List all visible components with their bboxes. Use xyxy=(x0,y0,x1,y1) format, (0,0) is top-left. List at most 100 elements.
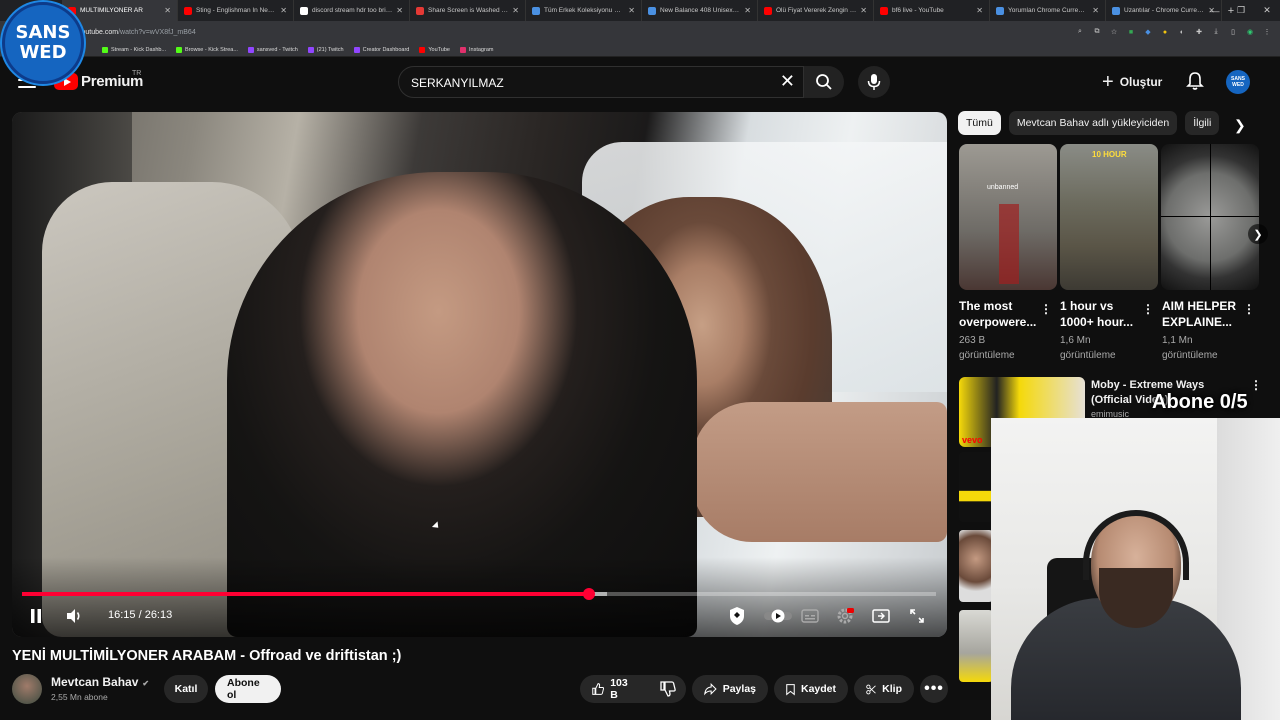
zoom-icon[interactable]: ⌕ xyxy=(1073,25,1087,39)
share-button[interactable]: Paylaş xyxy=(692,675,768,703)
volume-button[interactable] xyxy=(64,604,84,628)
clear-search-icon[interactable]: ✕ xyxy=(780,71,795,92)
short-title[interactable]: AIM HELPER EXPLAINE... xyxy=(1162,298,1246,330)
chip-related[interactable]: İlgili xyxy=(1185,111,1220,135)
chevron-right-icon[interactable]: ❯ xyxy=(1234,117,1246,134)
address-bar[interactable]: youtube.com/watch?v=wVX8fJ_mB64 ⌕ ⧉ ☆ ■ … xyxy=(0,21,1280,43)
time-display: 16:15 / 26:13 xyxy=(108,609,173,621)
short-views: 1,1 Mn görüntüleme xyxy=(1162,335,1218,361)
short-thumbnail[interactable]: 10 HOUR xyxy=(1060,144,1158,290)
short-menu-icon[interactable]: ⋮ xyxy=(1142,302,1154,316)
extension-icon[interactable]: ◆ xyxy=(1141,25,1155,39)
join-button[interactable]: Katıl xyxy=(164,675,208,703)
recommended-video-thumbnail[interactable] xyxy=(959,452,993,522)
autoplay-toggle[interactable] xyxy=(764,604,792,628)
tab-close-icon[interactable]: ✕ xyxy=(744,6,751,15)
browser-tab[interactable]: Share Screen is Washed Out a ✕ xyxy=(410,0,526,21)
short-menu-icon[interactable]: ⋮ xyxy=(1243,302,1255,316)
browser-tab[interactable]: Yorumlan Chrome Currency C ✕ xyxy=(990,0,1106,21)
channel-name[interactable]: Mevtcan Bahav ✔ xyxy=(51,675,149,689)
subscribe-button[interactable]: Abone ol xyxy=(215,675,281,703)
bookmark-item[interactable]: (21) Twitch xyxy=(307,46,344,53)
subtitles-button[interactable] xyxy=(800,604,820,628)
search-button[interactable] xyxy=(804,66,844,98)
more-actions-button[interactable]: ••• xyxy=(920,675,948,703)
tab-close-icon[interactable]: ✕ xyxy=(164,6,171,15)
extension-icon[interactable]: ◐ xyxy=(1175,25,1189,39)
settings-button[interactable] xyxy=(835,604,855,628)
url-text[interactable]: youtube.com/watch?v=wVX8fJ_mB64 xyxy=(78,29,196,36)
shorts-next-icon[interactable]: ❯ xyxy=(1248,224,1268,244)
scrubber-handle[interactable] xyxy=(582,588,595,600)
played-bar xyxy=(22,592,589,596)
bookmark-item[interactable]: Instagram xyxy=(460,46,493,53)
tab-close-icon[interactable]: ✕ xyxy=(512,6,519,15)
tab-close-icon[interactable]: ✕ xyxy=(396,6,403,15)
bookmark-item[interactable]: Stream - Kick Dashb... xyxy=(102,46,166,53)
puzzle-icon[interactable]: ✚ xyxy=(1192,25,1206,39)
menu-dots-icon[interactable]: ⋮ xyxy=(1260,25,1274,39)
browser-tab[interactable]: Tüm Erkek Koleksiyonu Mode ✕ xyxy=(526,0,642,21)
video-title: YENİ MULTİMİLYONER ARABAM - Offroad ve d… xyxy=(12,648,402,664)
dislike-button[interactable] xyxy=(659,681,676,697)
channel-avatar[interactable] xyxy=(12,674,42,704)
browser-tab[interactable]: Ölü Fiyat Vererek Zengin Olm ✕ xyxy=(758,0,874,21)
clip-button[interactable]: Klip xyxy=(854,675,914,703)
pause-button[interactable] xyxy=(26,604,46,628)
save-button[interactable]: Kaydet xyxy=(774,675,848,703)
tab-close-icon[interactable]: ✕ xyxy=(860,6,867,15)
miniplayer-button[interactable] xyxy=(870,604,892,628)
video-player[interactable]: 16:15 / 26:13 xyxy=(12,112,947,637)
like-button[interactable]: 103 B xyxy=(592,677,632,701)
short-menu-icon[interactable]: ⋮ xyxy=(1040,302,1052,316)
profile-icon[interactable]: ◉ xyxy=(1243,25,1257,39)
bookmark-item[interactable]: YouTube xyxy=(419,46,450,53)
tab-close-icon[interactable]: ✕ xyxy=(628,6,635,15)
download-icon[interactable]: ⤓ xyxy=(1209,25,1223,39)
minimize-icon[interactable]: — xyxy=(1202,6,1228,16)
voice-search-button[interactable] xyxy=(858,66,890,98)
bookmark-item[interactable]: Browse - Kick Strea... xyxy=(176,46,238,53)
adblock-shield-button[interactable] xyxy=(726,604,748,628)
fullscreen-button[interactable] xyxy=(906,604,928,628)
close-window-icon[interactable]: ✕ xyxy=(1254,5,1280,16)
short-thumbnail[interactable]: unbanned xyxy=(959,144,1057,290)
video-menu-icon[interactable]: ⋮ xyxy=(1250,378,1262,392)
bookmark-label: (21) Twitch xyxy=(316,46,344,53)
short-title[interactable]: The most overpowere... xyxy=(959,298,1043,330)
gear-icon xyxy=(837,608,854,624)
bookmark-star-icon[interactable]: ☆ xyxy=(1107,25,1121,39)
browser-tab[interactable]: bf6 live - YouTube ✕ xyxy=(874,0,990,21)
account-avatar[interactable]: SANS WED xyxy=(1226,70,1250,94)
search-input[interactable]: SERKANYILMAZ ✕ xyxy=(398,66,804,98)
sidepanel-icon[interactable]: ▯ xyxy=(1226,25,1240,39)
recommended-video-thumbnail[interactable] xyxy=(959,530,993,602)
chip-from-uploader[interactable]: Mevtcan Bahav adlı yükleyiciden xyxy=(1008,111,1178,135)
chip-all[interactable]: Tümü xyxy=(958,111,1001,135)
tab-close-icon[interactable]: ✕ xyxy=(280,6,287,15)
recommended-video-thumbnail[interactable] xyxy=(960,700,990,720)
bookmark-icon xyxy=(786,683,795,695)
tab-favicon-icon xyxy=(1112,6,1120,15)
bookmark-favicon-icon xyxy=(307,46,314,53)
browser-tab[interactable]: Sting - Englishman In New Yo ✕ xyxy=(178,0,294,21)
extension-icon[interactable]: ● xyxy=(1158,25,1172,39)
bookmark-item[interactable]: sansved - Twitch xyxy=(247,46,298,53)
extension-icon[interactable]: ■ xyxy=(1124,25,1138,39)
short-title[interactable]: 1 hour vs 1000+ hour... xyxy=(1060,298,1144,330)
cast-icon[interactable]: ⧉ xyxy=(1090,25,1104,39)
short-thumbnail[interactable] xyxy=(1161,144,1259,290)
bookmark-item[interactable]: Creator Dashboard xyxy=(353,46,409,53)
browser-tab[interactable]: New Balance 408 Unisex Gri S ✕ xyxy=(642,0,758,21)
browser-tab[interactable]: discord stream hdr too bright ✕ xyxy=(294,0,410,21)
microphone-icon xyxy=(867,74,881,90)
progress-bar[interactable] xyxy=(22,588,936,600)
notifications-bell-icon[interactable] xyxy=(1184,70,1206,92)
tab-close-icon[interactable]: ✕ xyxy=(976,6,983,15)
browser-tab[interactable]: MULTİMİLYONER AR ✕ xyxy=(62,0,178,21)
tab-close-icon[interactable]: ✕ xyxy=(1092,6,1099,15)
create-button[interactable]: + Oluştur xyxy=(1102,68,1162,96)
recommended-video-thumbnail[interactable] xyxy=(959,610,993,682)
webcam-overlay xyxy=(991,418,1280,720)
maximize-icon[interactable]: ❐ xyxy=(1228,5,1254,16)
